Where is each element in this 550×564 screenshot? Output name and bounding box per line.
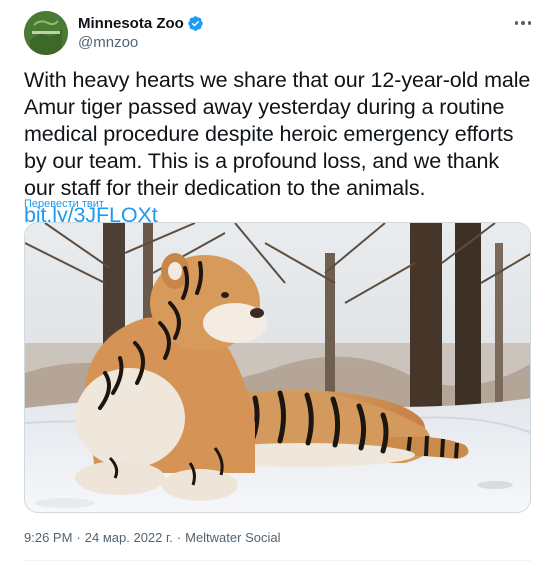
tiger-photo xyxy=(25,223,530,512)
handle[interactable]: @mnzoo xyxy=(78,34,138,51)
tweet-meta: 9:26 PM · 24 мар. 2022 г. · Meltwater So… xyxy=(24,530,280,545)
minnesota-zoo-logo-icon xyxy=(24,11,68,55)
tweet-photo[interactable] xyxy=(24,222,531,513)
meta-separator: · xyxy=(76,530,81,545)
meta-separator-2: · xyxy=(176,530,182,545)
tweet-body: With heavy hearts we share that our 12-y… xyxy=(24,68,531,200)
tweet-card[interactable]: Minnesota Zoo @mnzoo With heavy hearts w… xyxy=(0,0,550,564)
tweet-time[interactable]: 9:26 PM xyxy=(24,530,72,545)
display-name[interactable]: Minnesota Zoo xyxy=(78,15,184,32)
translate-tweet-link[interactable]: Перевести твит xyxy=(24,198,104,210)
tweet-source[interactable]: Meltwater Social xyxy=(185,530,280,545)
verified-badge-icon xyxy=(187,15,204,32)
avatar[interactable] xyxy=(24,11,68,55)
more-horizontal-icon[interactable] xyxy=(512,12,534,34)
divider xyxy=(24,560,531,561)
tweet-date[interactable]: 24 мар. 2022 г. xyxy=(85,530,173,545)
